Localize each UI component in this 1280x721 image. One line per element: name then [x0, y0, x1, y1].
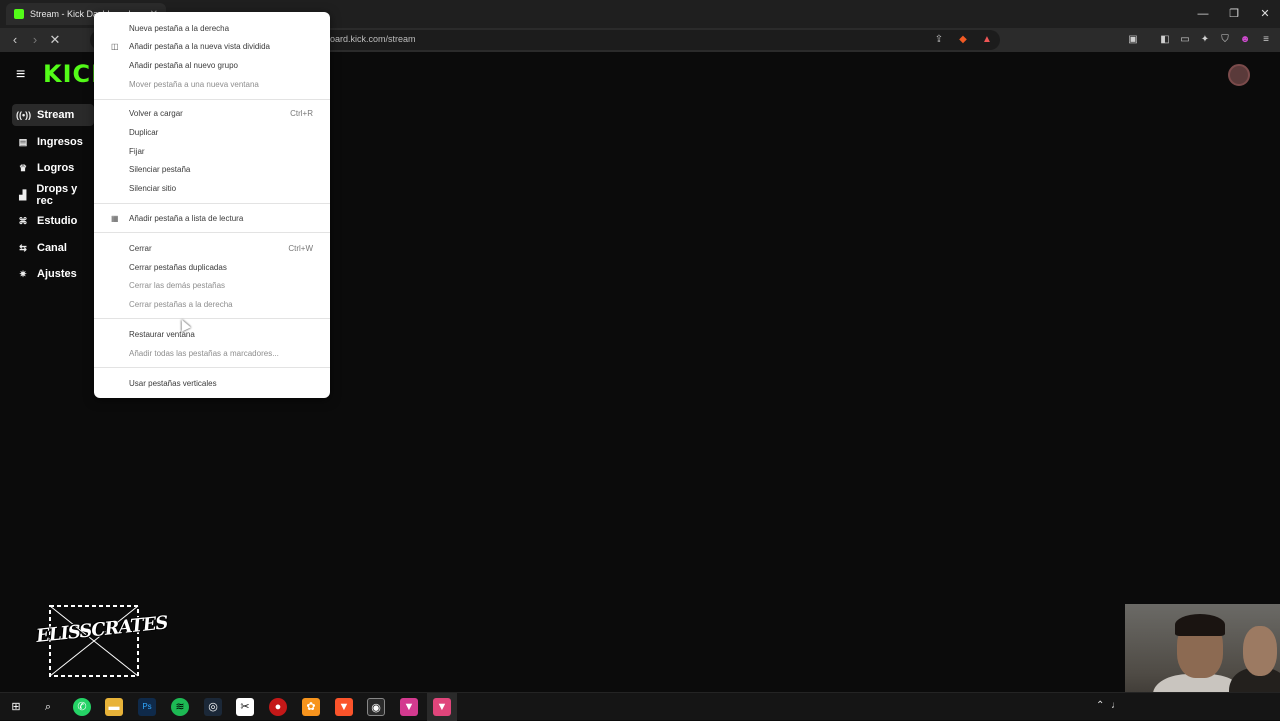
- sidebar-item-logros[interactable]: ♛ Logros: [12, 157, 94, 179]
- leo-ai-icon[interactable]: ✦: [1198, 33, 1212, 47]
- windows-start-icon[interactable]: ⊞: [7, 698, 25, 716]
- menu-item-close-duplicates[interactable]: Cerrar pestañas duplicadas: [94, 258, 330, 276]
- reading-list-icon: ▦: [111, 213, 119, 223]
- user-avatar[interactable]: [1228, 64, 1250, 86]
- photoshop-icon[interactable]: Ps: [138, 698, 156, 716]
- spotify-icon[interactable]: ≋: [171, 698, 189, 716]
- menu-divider: [94, 203, 330, 204]
- profile-icon[interactable]: ☻: [1238, 33, 1252, 47]
- sidebar-icon[interactable]: ◧: [1158, 33, 1172, 47]
- trophy-icon: ♛: [18, 162, 28, 173]
- whatsapp-icon[interactable]: ✆: [73, 698, 91, 716]
- window-restore-button[interactable]: ❐: [1219, 4, 1249, 24]
- sidebar-item-label: Ingresos: [37, 136, 83, 148]
- hamburger-menu-icon[interactable]: ≡: [16, 66, 25, 84]
- menu-divider: [94, 318, 330, 319]
- kick-app-icon[interactable]: ◉: [367, 698, 385, 716]
- menu-item-new-tab-right[interactable]: Nueva pestaña a la derecha: [94, 19, 330, 37]
- menu-divider: [94, 232, 330, 233]
- file-explorer-icon[interactable]: ▬: [105, 698, 123, 716]
- channel-icon: ⇆: [19, 242, 27, 253]
- sidebar-item-label: Logros: [37, 162, 75, 174]
- windows-taskbar: ⊞ ⌕ ✆ ▬ Ps ≋ ◎ ✂ ● ✿ ▼ ◉ ▼ ▼ ⌃ ♩: [0, 692, 1280, 721]
- sidebar-item-label: Estudio: [37, 215, 78, 227]
- menu-icon[interactable]: ≡: [1259, 33, 1273, 47]
- forward-icon[interactable]: ›: [26, 31, 44, 49]
- obs-record-icon[interactable]: ●: [269, 698, 287, 716]
- sidebar-item-drops[interactable]: ▟ Drops y rec: [12, 183, 94, 207]
- kick-favicon-icon: [14, 9, 24, 19]
- drops-icon: ▟: [19, 189, 27, 200]
- menu-divider: [94, 367, 330, 368]
- menu-item-new-group[interactable]: Añadir pestaña al nuevo grupo: [94, 56, 330, 74]
- brave-shield-icon[interactable]: ◆: [956, 33, 970, 47]
- brave-beta-icon[interactable]: ▼: [400, 698, 418, 716]
- wallet-icon[interactable]: ▭: [1178, 33, 1192, 47]
- menu-divider: [94, 99, 330, 100]
- person-hair: [1175, 614, 1225, 636]
- sidebar-item-canal[interactable]: ⇆ Canal: [12, 237, 94, 259]
- sidebar-item-label: Stream: [37, 109, 75, 121]
- menu-item-restore-window[interactable]: Restaurar ventana: [94, 325, 330, 343]
- menu-item-pin[interactable]: Fijar: [94, 142, 330, 160]
- url-text[interactable]: oard.kick.com/stream: [330, 34, 416, 44]
- stream-icon: ((•)): [16, 110, 32, 120]
- search-icon[interactable]: ⌕: [39, 698, 57, 716]
- sidebar-item-ajustes[interactable]: ✷ Ajustes: [12, 263, 94, 285]
- menu-item-mute-tab[interactable]: Silenciar pestaña: [94, 160, 330, 178]
- window-minimize-button[interactable]: —: [1188, 4, 1218, 24]
- stream-overlay-logo: ELISSCRATES: [35, 598, 168, 682]
- settings-gear-icon: ✷: [19, 268, 27, 279]
- steam-icon[interactable]: ◎: [204, 698, 222, 716]
- menu-item-close[interactable]: Cerrar Ctrl+W: [94, 239, 330, 257]
- menu-item-bookmark-all[interactable]: Añadir todas las pestañas a marcadores..…: [94, 344, 330, 362]
- tab-context-menu: Nueva pestaña a la derecha ◫ Añadir pesta…: [94, 12, 330, 398]
- sidebar-item-label: Drops y rec: [36, 183, 78, 207]
- microphone-icon[interactable]: ♩: [1111, 700, 1121, 711]
- revenue-icon: ▤: [18, 136, 28, 147]
- menu-item-split-view[interactable]: ◫ Añadir pestaña a la nueva vista dividid…: [94, 37, 330, 55]
- vpn-icon[interactable]: ⛉: [1218, 33, 1232, 47]
- brave-icon[interactable]: ▼: [335, 698, 353, 716]
- menu-item-reading-list[interactable]: ▦ Añadir pestaña a lista de lectura: [94, 209, 330, 227]
- person-face: [1243, 626, 1277, 676]
- menu-item-mute-site[interactable]: Silenciar sitio: [94, 179, 330, 197]
- sidebar-item-estudio[interactable]: ⌘ Estudio: [12, 210, 94, 232]
- menu-item-reload[interactable]: Volver a cargar Ctrl+R: [94, 104, 330, 122]
- menu-item-close-others[interactable]: Cerrar las demás pestañas: [94, 276, 330, 294]
- sidebar-item-label: Ajustes: [37, 268, 77, 280]
- window-close-button[interactable]: ✕: [1250, 4, 1280, 24]
- sidebar-item-ingresos[interactable]: ▤ Ingresos: [12, 131, 94, 153]
- sidebar-item-label: Canal: [37, 242, 67, 254]
- studio-icon: ⌘: [18, 215, 28, 226]
- rewards-icon[interactable]: ▲: [980, 33, 994, 47]
- split-view-icon: ◫: [111, 41, 119, 51]
- menu-item-vertical-tabs[interactable]: Usar pestañas verticales: [94, 374, 330, 392]
- menu-item-close-right[interactable]: Cerrar pestañas a la derecha: [94, 295, 330, 313]
- stop-loading-icon[interactable]: ✕: [46, 31, 64, 49]
- brave-active-icon[interactable]: ▼: [433, 698, 451, 716]
- tab-search-icon[interactable]: ▣: [1126, 33, 1140, 47]
- sidebar-item-stream[interactable]: ((•)) Stream: [12, 104, 94, 126]
- capcut-icon[interactable]: ✂: [236, 698, 254, 716]
- fl-studio-icon[interactable]: ✿: [302, 698, 320, 716]
- chevron-up-icon[interactable]: ⌃: [1096, 700, 1104, 711]
- share-icon[interactable]: ⇪: [932, 33, 946, 47]
- back-icon[interactable]: ‹: [6, 31, 24, 49]
- menu-item-duplicate[interactable]: Duplicar: [94, 123, 330, 141]
- menu-item-move-window[interactable]: Mover pestaña a una nueva ventana: [94, 75, 330, 93]
